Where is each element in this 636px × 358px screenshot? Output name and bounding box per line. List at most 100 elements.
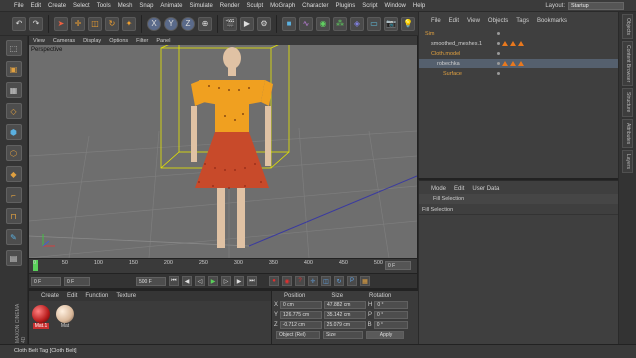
object-row[interactable]: Sim xyxy=(419,29,619,38)
object-menu-item[interactable]: File xyxy=(431,18,441,24)
move-icon[interactable]: ✛ xyxy=(71,16,85,31)
floor-icon[interactable]: ▭ xyxy=(367,16,381,31)
menu-item[interactable]: Character xyxy=(302,3,328,9)
polygons-mode-icon[interactable]: ◆ xyxy=(5,166,22,182)
position-field[interactable]: 126.775 cm xyxy=(280,310,323,319)
viewport-menu-item[interactable]: View xyxy=(33,38,45,44)
cloth-tag-icon[interactable] xyxy=(518,61,524,66)
record-icon[interactable]: ● xyxy=(269,276,279,286)
undo-icon[interactable]: ↶ xyxy=(12,16,26,31)
points-mode-icon[interactable]: ⬢ xyxy=(5,124,22,140)
viewport-menu-item[interactable]: Options xyxy=(109,38,128,44)
rotation-key-icon[interactable]: ↻ xyxy=(334,276,344,286)
next-frame-icon[interactable]: ▷ xyxy=(221,276,231,286)
object-row[interactable]: Cloth.model xyxy=(419,49,619,58)
next-key-icon[interactable]: ▶ xyxy=(234,276,244,286)
redo-icon[interactable]: ↷ xyxy=(29,16,43,31)
position-field[interactable]: -0.712 cm xyxy=(279,320,322,329)
side-tab[interactable]: Structure xyxy=(622,88,633,117)
recent-tools-icon[interactable]: ✦ xyxy=(122,16,136,31)
snap-icon[interactable]: ⊓ xyxy=(5,208,22,224)
param-key-icon[interactable]: P xyxy=(347,276,357,286)
rotation-field[interactable]: 0 ° xyxy=(373,320,408,329)
menu-item[interactable]: Select xyxy=(73,3,90,9)
pla-key-icon[interactable]: ▦ xyxy=(360,276,370,286)
coord-mode-select[interactable]: Object (Rel) xyxy=(276,331,320,339)
apply-button[interactable]: Apply xyxy=(366,331,404,339)
menu-item[interactable]: Window xyxy=(385,3,406,9)
model-mode-icon[interactable]: ▣ xyxy=(5,61,22,77)
menu-item[interactable]: Help xyxy=(413,3,425,9)
render-pv-icon[interactable]: ▶ xyxy=(240,16,254,31)
rotation-field[interactable]: 0 ° xyxy=(374,300,409,309)
visibility-icon[interactable] xyxy=(497,72,500,75)
viewport-menu-item[interactable]: Panel xyxy=(156,38,170,44)
end-frame-field[interactable]: 500 F xyxy=(136,276,166,286)
side-tab[interactable]: Attributes xyxy=(622,118,633,148)
viewport-menu-item[interactable]: Cameras xyxy=(53,38,75,44)
cloth-tag-icon[interactable] xyxy=(518,41,524,46)
position-field[interactable]: 0 cm xyxy=(280,300,323,309)
prev-key-icon[interactable]: ◀ xyxy=(182,276,192,286)
menu-item[interactable]: Snap xyxy=(139,3,153,9)
side-tab[interactable]: Content Browser xyxy=(622,40,633,87)
tweak-icon[interactable]: ✎ xyxy=(5,229,22,245)
layout-selector[interactable]: Layout: Startup xyxy=(545,2,624,10)
attribute-menu-item[interactable]: User Data xyxy=(472,186,499,192)
size-field[interactable]: 25.079 cm xyxy=(323,320,366,329)
material-swatch[interactable]: Mat xyxy=(55,305,75,335)
menu-item[interactable]: Render xyxy=(220,3,240,9)
timeline[interactable]: 0 50 100 150 200 250 300 350 400 450 500 0 F xyxy=(29,259,417,273)
axis-mode-icon[interactable]: ⌐ xyxy=(5,187,22,203)
make-editable-icon[interactable]: ⬚ xyxy=(5,40,22,56)
object-row[interactable]: smoothed_meshes.1 xyxy=(419,39,619,48)
material-menu-item[interactable]: Create xyxy=(41,293,59,299)
render-settings-icon[interactable]: ⚙ xyxy=(257,16,271,31)
texture-mode-icon[interactable]: ▦ xyxy=(5,82,22,98)
object-menu-item[interactable]: Bookmarks xyxy=(537,18,567,24)
position-key-icon[interactable]: ✛ xyxy=(308,276,318,286)
start-frame-field[interactable]: 0 F xyxy=(31,276,61,286)
scale-key-icon[interactable]: ◫ xyxy=(321,276,331,286)
go-to-start-icon[interactable]: ⏮ xyxy=(169,276,179,286)
object-row[interactable]: robechka xyxy=(419,59,619,68)
menu-item[interactable]: File xyxy=(14,3,24,9)
object-row[interactable]: Surface xyxy=(419,69,619,78)
layout-dropdown[interactable]: Startup xyxy=(568,2,624,10)
viewport-menu-item[interactable]: Display xyxy=(83,38,101,44)
object-menu-item[interactable]: Objects xyxy=(488,18,508,24)
keyframe-selection-icon[interactable]: ? xyxy=(295,276,305,286)
menu-item[interactable]: Tools xyxy=(97,3,111,9)
menu-item[interactable]: Sculpt xyxy=(246,3,263,9)
prev-frame-icon[interactable]: ◁ xyxy=(195,276,205,286)
current-frame-field[interactable]: 0 F xyxy=(385,261,411,270)
object-menu-item[interactable]: Tags xyxy=(516,18,529,24)
menu-item[interactable]: Script xyxy=(362,3,377,9)
y-axis-icon[interactable]: Y xyxy=(164,16,178,31)
rotate-icon[interactable]: ↻ xyxy=(105,16,119,31)
light-icon[interactable]: 💡 xyxy=(401,16,415,31)
coord-size-select[interactable]: Size xyxy=(323,331,363,339)
workplane-icon[interactable]: ◇ xyxy=(5,103,22,119)
locked-workplane-icon[interactable]: ▤ xyxy=(5,250,22,266)
material-menu-item[interactable]: Texture xyxy=(116,293,136,299)
play-icon[interactable]: ▶ xyxy=(208,276,218,286)
object-menu-item[interactable]: View xyxy=(467,18,480,24)
size-field[interactable]: 35.142 cm xyxy=(324,310,367,319)
cloth-tag-icon[interactable] xyxy=(502,61,508,66)
menu-item[interactable]: Plugins xyxy=(336,3,356,9)
menu-item[interactable]: Simulate xyxy=(189,3,212,9)
cube-icon[interactable]: ■ xyxy=(282,16,296,31)
menu-item[interactable]: MoGraph xyxy=(270,3,295,9)
camera-icon[interactable]: 📷 xyxy=(384,16,398,31)
side-tab[interactable]: Objects xyxy=(622,14,633,39)
material-menu-item[interactable]: Function xyxy=(85,293,108,299)
cloth-tag-icon[interactable] xyxy=(502,41,508,46)
object-menu-item[interactable]: Edit xyxy=(449,18,459,24)
menu-item[interactable]: Animate xyxy=(160,3,182,9)
nurbs-icon[interactable]: ◉ xyxy=(316,16,330,31)
menu-item[interactable]: Edit xyxy=(31,3,41,9)
viewport-perspective[interactable]: View Cameras Display Options Filter Panel Per… xyxy=(29,36,417,258)
rotation-field[interactable]: 0 ° xyxy=(374,310,409,319)
visibility-icon[interactable] xyxy=(497,62,500,65)
